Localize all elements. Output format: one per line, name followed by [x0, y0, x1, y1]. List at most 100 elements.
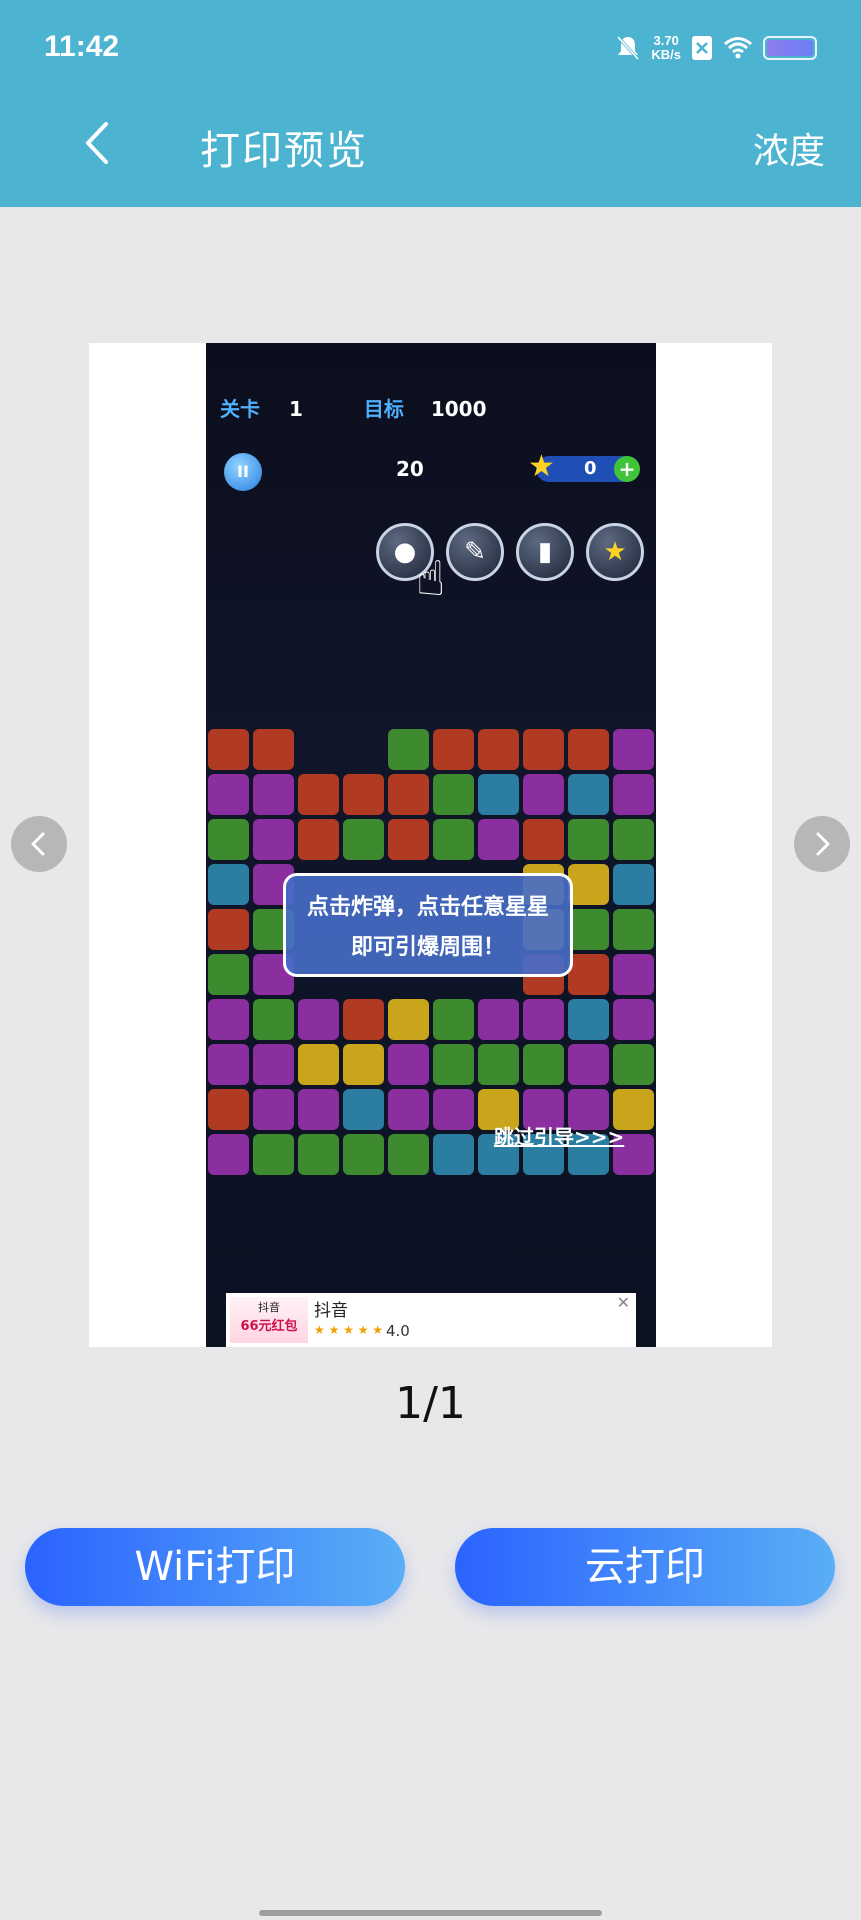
wifi-icon	[724, 37, 752, 59]
game-block	[208, 1044, 249, 1085]
game-block	[253, 729, 294, 770]
game-block	[298, 774, 339, 815]
game-block	[253, 774, 294, 815]
net-speed: 3.70 KB/s	[651, 34, 681, 62]
hint-line-1: 点击炸弹，点击任意星星	[306, 895, 549, 920]
game-block	[523, 729, 564, 770]
ad-thumb-promo: 66元红包	[240, 1319, 298, 1334]
game-block	[568, 1044, 609, 1085]
density-button[interactable]: 浓度	[753, 122, 825, 174]
cloud-print-button[interactable]: 云打印	[455, 1528, 835, 1606]
game-block	[478, 729, 519, 770]
net-speed-unit: KB/s	[651, 47, 681, 62]
game-block	[208, 954, 249, 995]
game-block	[433, 999, 474, 1040]
game-block	[253, 1089, 294, 1130]
skip-guide-text: 跳过引导>>>	[494, 1125, 625, 1149]
game-block	[343, 1089, 384, 1130]
game-block	[388, 774, 429, 815]
moves-count: 20	[396, 457, 424, 481]
game-block	[298, 1089, 339, 1130]
pointer-hand-icon: ☝	[416, 551, 446, 607]
game-block	[478, 999, 519, 1040]
game-block	[613, 729, 654, 770]
game-block	[253, 1134, 294, 1175]
ad-thumbnail: 抖音 66元红包	[230, 1297, 308, 1343]
game-block	[343, 1134, 384, 1175]
home-indicator[interactable]	[259, 1910, 602, 1916]
game-block	[388, 1089, 429, 1130]
game-block	[433, 1089, 474, 1130]
hint-line-2: 即可引爆周围！	[350, 935, 505, 960]
target-label: 目标	[363, 397, 404, 421]
rating-stars-icon: ★ ★ ★ ★ ★	[314, 1323, 384, 1337]
game-block	[343, 999, 384, 1040]
game-block	[298, 1134, 339, 1175]
game-block	[523, 819, 564, 860]
game-block	[568, 819, 609, 860]
game-block	[613, 864, 654, 905]
game-block	[523, 774, 564, 815]
page-indicator: 1/1	[395, 1378, 466, 1429]
ad-rating: 4.0	[386, 1322, 410, 1340]
game-block	[208, 1089, 249, 1130]
wifi-print-button[interactable]: WiFi打印	[25, 1528, 405, 1606]
level-value: 1	[288, 397, 303, 421]
game-block	[613, 774, 654, 815]
battery-icon	[763, 36, 817, 60]
game-block	[208, 819, 249, 860]
app-header: 11:42 3.70 KB/s 打印预览 浓度	[0, 0, 861, 207]
game-block	[433, 729, 474, 770]
game-block	[208, 774, 249, 815]
hint-box: 点击炸弹，点击任意星星 即可引爆周围！	[283, 873, 573, 977]
print-preview-paper: 关卡 1 目标 1000 II 20 ★ 0 + ● ✎ ▮ ★ ☝ 点击炸弹，…	[89, 343, 772, 1347]
battery-tool-icon: ▮	[516, 523, 574, 581]
status-time: 11:42	[44, 30, 120, 63]
game-block	[613, 999, 654, 1040]
ad-banner: 抖音 66元红包 抖音 ★ ★ ★ ★ ★ 4.0 ✕	[226, 1293, 636, 1347]
game-block	[478, 819, 519, 860]
game-block	[388, 1134, 429, 1175]
game-block	[433, 1044, 474, 1085]
game-block	[388, 819, 429, 860]
game-block	[523, 999, 564, 1040]
star-tool-icon: ★	[586, 523, 644, 581]
game-block	[388, 999, 429, 1040]
game-block	[298, 729, 339, 770]
status-icons: 3.70 KB/s	[615, 34, 817, 62]
game-block	[253, 819, 294, 860]
game-block	[208, 729, 249, 770]
game-block	[208, 1134, 249, 1175]
level-label: 关卡	[220, 397, 260, 421]
game-block	[568, 999, 609, 1040]
game-block	[253, 999, 294, 1040]
game-block	[298, 1044, 339, 1085]
game-block	[568, 909, 609, 950]
game-block	[208, 909, 249, 950]
coin-bar: ★ 0 +	[528, 452, 640, 482]
game-block	[568, 729, 609, 770]
game-block	[298, 819, 339, 860]
game-block	[433, 774, 474, 815]
chevron-right-icon	[816, 832, 830, 856]
coin-value: 0	[584, 458, 597, 479]
pause-icon: II	[224, 453, 262, 491]
game-block	[388, 729, 429, 770]
game-block	[478, 1044, 519, 1085]
game-block	[613, 1044, 654, 1085]
prev-page-button[interactable]	[11, 816, 67, 872]
game-block	[433, 819, 474, 860]
ad-app-name: 抖音	[314, 1301, 348, 1321]
game-block	[343, 1044, 384, 1085]
battery-fill	[767, 40, 813, 56]
net-speed-value: 3.70	[653, 33, 679, 48]
target-value: 1000	[430, 397, 487, 421]
game-block	[568, 774, 609, 815]
brush-icon: ✎	[446, 523, 504, 581]
game-block	[613, 819, 654, 860]
next-page-button[interactable]	[794, 816, 850, 872]
game-block	[388, 1044, 429, 1085]
page-title: 打印预览	[200, 128, 368, 174]
mute-icon	[617, 35, 640, 61]
back-button[interactable]	[78, 118, 118, 168]
